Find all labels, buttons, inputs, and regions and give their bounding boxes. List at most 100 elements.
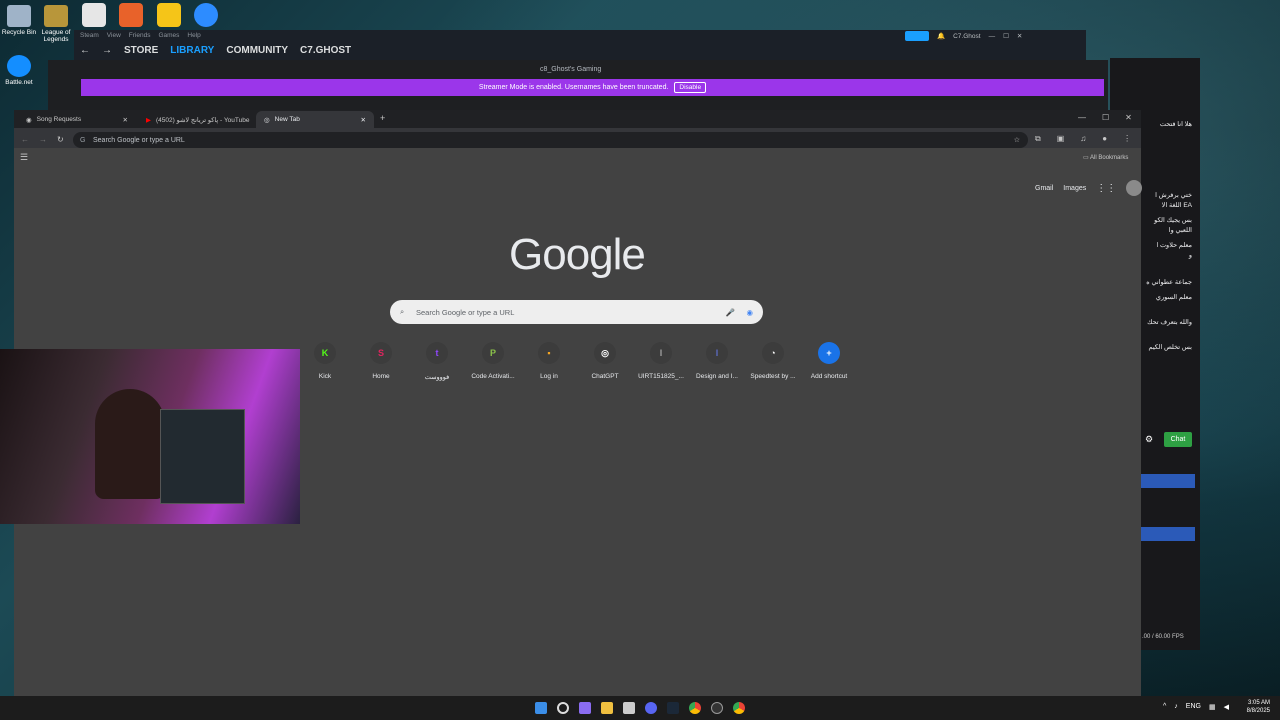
search-icon[interactable] — [557, 702, 569, 714]
close-icon[interactable]: ✕ — [1017, 32, 1022, 40]
rockstar-icon[interactable] — [157, 3, 181, 27]
avatar[interactable] — [1126, 180, 1143, 196]
menu-icon[interactable]: ⋮ — [1123, 134, 1131, 144]
store-icon[interactable] — [623, 702, 635, 714]
shortcut-tile[interactable]: ◔ Speedtest by ... — [743, 342, 803, 380]
windows-start-icon[interactable] — [535, 702, 547, 714]
steam-nav: ← → STORE LIBRARY COMMUNITY C7.GHOST — [80, 45, 351, 56]
shortcut-tile[interactable]: t فوووست — [407, 342, 467, 381]
nav-library[interactable]: LIBRARY — [170, 45, 214, 56]
side-panel-icon[interactable]: ▣ — [1057, 134, 1065, 144]
clock[interactable]: 3:05 AM 8/8/2025 — [1247, 700, 1270, 716]
chat-message: معلم السوري — [1155, 294, 1192, 301]
new-tab-button[interactable]: + — [380, 113, 385, 123]
shortcut-tile[interactable]: I Design and I... — [687, 342, 747, 380]
recycle-bin-icon — [7, 5, 31, 27]
nav-community[interactable]: COMMUNITY — [226, 45, 288, 56]
shortcut-icon: t — [426, 342, 448, 364]
menu-steam[interactable]: Steam — [80, 32, 99, 39]
streamer-figure — [95, 389, 165, 499]
back-icon[interactable]: ← — [21, 135, 29, 144]
bookmark-star-icon[interactable]: ☆ — [1014, 136, 1020, 144]
mic-icon[interactable]: 🎤 — [726, 308, 735, 317]
shortcut-tile[interactable]: P Code Activati... — [463, 342, 523, 380]
announce-icon[interactable] — [905, 31, 929, 41]
disable-streamer-mode-button[interactable]: Disable — [674, 82, 707, 93]
language-indicator[interactable]: ENG — [1186, 703, 1201, 711]
steam-icon[interactable] — [667, 702, 679, 714]
discord-title: c8_Ghost's Gaming — [540, 66, 602, 73]
shortcut-tile[interactable]: K Kick — [295, 342, 355, 380]
tab-youtube[interactable]: ▶ (4502) پاکو تریانج لاشو - YouTube — [138, 111, 254, 128]
close-icon[interactable]: ✕ — [1125, 113, 1132, 122]
nav-store[interactable]: STORE — [124, 45, 158, 56]
ntp-top-links: Gmail Images ⋮⋮ — [1035, 180, 1143, 196]
copilot-icon[interactable] — [579, 702, 591, 714]
bell-icon[interactable]: 🔔 — [937, 32, 945, 40]
obs-icon[interactable] — [711, 702, 723, 714]
shortcut-tile[interactable]: ▪ Log in — [519, 342, 579, 380]
tab-new-tab[interactable]: ◎ New Tab ✕ — [256, 111, 374, 128]
network-icon[interactable]: ▦ — [1209, 703, 1216, 711]
zoom-icon[interactable] — [194, 3, 218, 27]
app-icon[interactable] — [82, 3, 106, 27]
chat-message: معلم حلاوت ا — [1156, 242, 1192, 249]
minimize-icon[interactable]: — — [989, 33, 996, 40]
shortcut-tile[interactable]: I UIRT151825_... — [631, 342, 691, 380]
youtube-icon: ▶ — [146, 116, 151, 124]
shortcut-label: ChatGPT — [591, 373, 619, 380]
nav-profile[interactable]: C7.GHOST — [300, 45, 351, 56]
chrome-icon[interactable] — [733, 702, 745, 714]
forward-icon[interactable]: → — [39, 135, 47, 144]
menu-help[interactable]: Help — [187, 32, 200, 39]
shortcut-tile[interactable]: ◎ ChatGPT — [575, 342, 635, 380]
settings-icon[interactable]: ⚙ — [1145, 434, 1153, 445]
app-icon[interactable] — [119, 3, 143, 27]
maximize-icon[interactable]: ☐ — [1003, 32, 1009, 40]
chat-message: جماعة عطواني ه — [1146, 279, 1192, 286]
all-bookmarks[interactable]: ▭ All Bookmarks — [1083, 154, 1128, 161]
chat-send-button[interactable]: Chat — [1164, 432, 1192, 447]
shortcut-icon: + — [818, 342, 840, 364]
menu-games[interactable]: Games — [158, 32, 179, 39]
league-of-legends-shortcut[interactable]: League of Legends — [34, 5, 78, 43]
gmail-link[interactable]: Gmail — [1035, 185, 1053, 192]
mic-icon[interactable]: ♪ — [1174, 703, 1178, 711]
shortcut-label: Design and I... — [696, 373, 738, 380]
obs-scene-bar[interactable] — [1140, 474, 1195, 488]
forward-arrow-icon[interactable]: → — [102, 45, 112, 56]
reload-icon[interactable]: ↻ — [57, 135, 64, 144]
steam-user-menu[interactable]: C7.Ghost — [953, 33, 980, 40]
shortcut-tile[interactable]: + Add shortcut — [799, 342, 859, 380]
close-tab-icon[interactable]: ✕ — [123, 116, 128, 124]
shortcut-label: Code Activati... — [471, 373, 515, 380]
nav-buttons: ← → ↻ — [21, 135, 64, 144]
back-arrow-icon[interactable]: ← — [80, 45, 90, 56]
chevron-up-icon[interactable]: ^ — [1163, 703, 1166, 711]
extensions-icon[interactable]: ⧉ — [1035, 134, 1041, 144]
ntp-search-box[interactable]: ⌕ Search Google or type a URL 🎤 ◉ — [390, 300, 763, 324]
profile-icon[interactable]: ● — [1102, 134, 1107, 144]
apps-icon[interactable]: ☰ — [20, 152, 28, 163]
chrome-icon[interactable] — [689, 702, 701, 714]
images-link[interactable]: Images — [1063, 185, 1086, 192]
file-explorer-icon[interactable] — [601, 702, 613, 714]
webcam-overlay — [0, 349, 300, 524]
omnibox[interactable]: G Search Google or type a URL ☆ — [73, 132, 1028, 148]
tab-song-requests[interactable]: ◉ Song Requests ✕ — [18, 111, 136, 128]
apps-grid-icon[interactable]: ⋮⋮ — [1096, 183, 1116, 194]
close-tab-icon[interactable]: ✕ — [361, 116, 366, 124]
menu-view[interactable]: View — [107, 32, 121, 39]
shortcut-tile[interactable]: S Home — [351, 342, 411, 380]
shortcut-icon: S — [370, 342, 392, 364]
volume-icon[interactable]: ◀ — [1224, 703, 1229, 711]
battlenet-shortcut[interactable]: Battle.net — [0, 55, 41, 86]
obs-scene-bar[interactable] — [1140, 527, 1195, 541]
maximize-icon[interactable]: ☐ — [1102, 113, 1109, 122]
menu-friends[interactable]: Friends — [129, 32, 151, 39]
shortcut-label: Log in — [540, 373, 558, 380]
lens-icon[interactable]: ◉ — [746, 308, 753, 317]
media-icon[interactable]: ♫ — [1080, 134, 1086, 144]
minimize-icon[interactable]: — — [1078, 113, 1086, 122]
discord-icon[interactable] — [645, 702, 657, 714]
